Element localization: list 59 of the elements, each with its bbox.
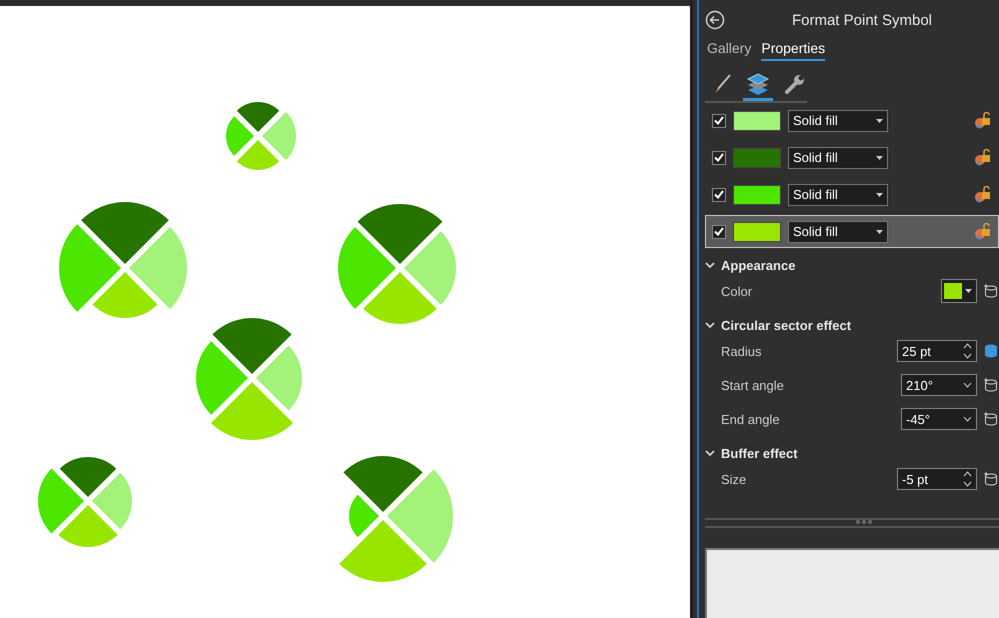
- color-swatch[interactable]: [733, 148, 781, 168]
- tab[interactable]: Gallery: [707, 40, 752, 61]
- checkbox[interactable]: [712, 150, 726, 164]
- lock-icon[interactable]: [974, 112, 992, 130]
- chevron-down-icon[interactable]: [705, 322, 715, 328]
- point-symbol: [226, 102, 296, 170]
- field-label: End angle: [721, 412, 781, 426]
- checkbox[interactable]: [712, 114, 726, 128]
- chevron-down-icon[interactable]: [705, 450, 715, 456]
- spinner-icon: [963, 471, 972, 487]
- wrench-icon: [784, 72, 806, 94]
- color-swatch[interactable]: [733, 184, 781, 204]
- spinner-icon: [963, 343, 972, 359]
- angle-dropdown[interactable]: -45°: [901, 408, 977, 430]
- color-swatch[interactable]: [733, 222, 781, 242]
- database-icon[interactable]: [983, 377, 999, 393]
- field-label: Size: [721, 472, 748, 486]
- number-field[interactable]: -5 pt: [897, 468, 977, 490]
- field-label: Start angle: [721, 378, 785, 392]
- color-picker[interactable]: [941, 279, 977, 303]
- chevron-down-icon[interactable]: [705, 262, 715, 268]
- angle-dropdown[interactable]: 210°: [901, 374, 977, 396]
- fill-type-dropdown[interactable]: Solid fill: [788, 110, 888, 132]
- fill-type-dropdown[interactable]: Solid fill: [788, 220, 888, 242]
- dropdown-arrow-icon: [876, 192, 883, 196]
- color-swatch[interactable]: [733, 110, 781, 130]
- checkbox[interactable]: [712, 188, 726, 202]
- back-icon[interactable]: [705, 10, 725, 30]
- database-icon[interactable]: [983, 411, 999, 427]
- number-field[interactable]: 25 pt: [897, 340, 977, 362]
- layer-row[interactable]: Solid fill: [705, 215, 999, 248]
- lock-icon[interactable]: [974, 148, 992, 166]
- dropdown-arrow-icon: [965, 289, 972, 293]
- section-heading: Circular sector effect: [721, 318, 852, 332]
- layers-icon: [746, 72, 770, 96]
- panel-title: Format Point Symbol: [790, 12, 934, 28]
- checkbox[interactable]: [712, 224, 726, 238]
- layer-row[interactable]: Solid fill: [705, 141, 999, 174]
- database-icon[interactable]: [983, 283, 999, 299]
- fill-type-dropdown[interactable]: Solid fill: [788, 184, 888, 206]
- chevron-down-icon: [963, 416, 972, 422]
- dropdown-arrow-icon: [876, 230, 883, 234]
- field-label: Radius: [721, 344, 762, 358]
- fill-type-dropdown[interactable]: Solid fill: [788, 146, 888, 168]
- field-label: Color: [721, 284, 754, 298]
- tab[interactable]: Properties: [761, 40, 826, 61]
- chevron-down-icon: [963, 382, 972, 388]
- lock-icon[interactable]: [974, 186, 992, 204]
- paintbrush-icon: [712, 72, 732, 94]
- dropdown-arrow-icon: [876, 156, 883, 160]
- layer-row[interactable]: Solid fill: [705, 104, 999, 137]
- section-heading: Buffer effect: [721, 446, 798, 460]
- lock-icon[interactable]: [974, 222, 992, 240]
- dropdown-arrow-icon: [876, 118, 883, 122]
- layer-row[interactable]: Solid fill: [705, 178, 999, 211]
- database-icon[interactable]: [983, 343, 999, 359]
- section-heading: Appearance: [721, 258, 796, 272]
- splitter-grip-icon[interactable]: [855, 519, 873, 525]
- database-icon[interactable]: [983, 471, 999, 487]
